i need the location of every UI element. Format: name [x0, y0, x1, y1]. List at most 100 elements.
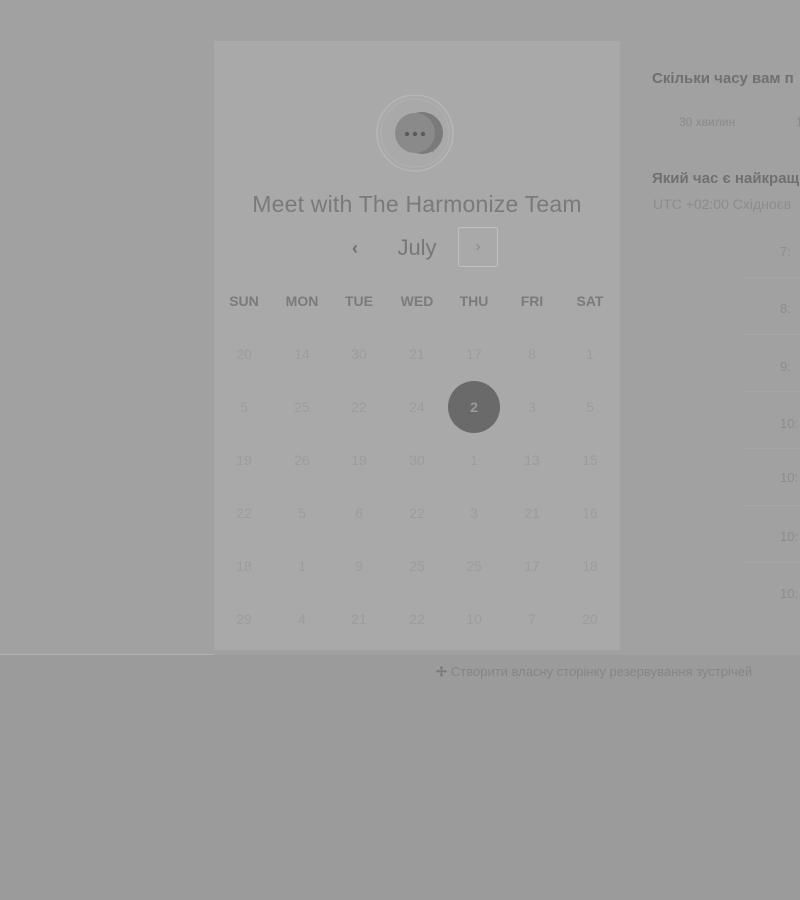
hubspot-sprocket-icon: ✢ — [436, 664, 447, 679]
calendar-day[interactable]: 25 — [273, 380, 331, 433]
calendar-day[interactable]: 24 — [388, 380, 446, 433]
day-label: 25 — [294, 398, 310, 415]
time-slot[interactable]: 10: — [780, 470, 800, 485]
calendar-day[interactable]: 1 — [273, 539, 331, 592]
calendar-day[interactable]: 15 — [561, 433, 619, 486]
divider — [744, 391, 800, 392]
day-label: 5 — [298, 504, 306, 521]
weekday-label: SAT — [576, 293, 604, 309]
calendar-day[interactable]: 10 — [445, 592, 503, 645]
day-label: 4 — [298, 610, 306, 627]
time-slot[interactable]: 10: — [780, 416, 800, 431]
page-title: Meet with The Harmonize Team — [252, 191, 582, 217]
weekday-label: THU — [459, 293, 489, 309]
divider — [744, 562, 800, 563]
calendar-day[interactable]: 20 — [561, 592, 619, 645]
weekday-label: WED — [400, 293, 434, 309]
day-label: 7 — [528, 610, 536, 627]
calendar-day[interactable]: 2 — [445, 380, 503, 433]
calendar-day[interactable]: 29 — [215, 592, 273, 645]
calendar-day[interactable]: 21 — [388, 327, 446, 380]
calendar-day[interactable]: 16 — [561, 486, 619, 539]
chevron-right-icon[interactable]: › — [458, 227, 498, 267]
calendar-day[interactable]: 18 — [215, 539, 273, 592]
calendar-day[interactable]: 18 — [561, 539, 619, 592]
calendar-day[interactable]: 22 — [215, 486, 273, 539]
time-slot[interactable]: 7: — [780, 244, 800, 259]
day-label: 5 — [586, 398, 594, 415]
day-label: 9 — [355, 557, 363, 574]
day-label: 17 — [466, 345, 482, 362]
calendar-day[interactable]: 14 — [273, 327, 331, 380]
calendar-day[interactable]: 17 — [503, 539, 561, 592]
day-label: 6 — [355, 504, 363, 521]
calendar-day[interactable]: 30 — [330, 327, 388, 380]
day-label: 24 — [409, 398, 425, 415]
calendar-day[interactable]: 19 — [330, 433, 388, 486]
day-label: 18 — [582, 557, 598, 574]
calendar-day[interactable]: 1 — [445, 433, 503, 486]
calendar-day[interactable]: 3 — [445, 486, 503, 539]
day-label: 21 — [409, 345, 425, 362]
calendar-grid: 20 14 30 21 17 8 1 5 25 22 24 2 3 5 19 26 19 30 1 13 15 22 5 6 2… — [214, 327, 620, 645]
divider — [744, 448, 800, 449]
calendar-day[interactable]: 4 — [273, 592, 331, 645]
weekday-label: SUN — [229, 293, 259, 309]
calendar-day[interactable]: 22 — [330, 380, 388, 433]
calendar-day[interactable]: 7 — [503, 592, 561, 645]
day-label: 1 — [298, 557, 306, 574]
calendar-day[interactable]: 5 — [215, 380, 273, 433]
month-navigation: ‹ July › — [214, 227, 620, 269]
calendar-day[interactable]: 22 — [388, 486, 446, 539]
time-slot[interactable]: 9: — [780, 359, 800, 374]
day-label: 15 — [582, 451, 598, 468]
day-label: 22 — [351, 398, 367, 415]
time-slot[interactable]: 8: — [780, 301, 800, 316]
calendar-day[interactable]: 30 — [388, 433, 446, 486]
calendar-day[interactable]: 1 — [561, 327, 619, 380]
calendar-day[interactable]: 17 — [445, 327, 503, 380]
weekday-label: MON — [285, 293, 319, 309]
duration-question: Скільки часу вам п — [652, 70, 794, 87]
divider — [744, 505, 800, 506]
timezone-select[interactable]: UTC +02:00 Східноєв — [653, 196, 791, 212]
calendar-day[interactable]: 21 — [503, 486, 561, 539]
time-slot[interactable]: 10: — [780, 586, 800, 601]
day-label: 20 — [236, 345, 252, 362]
day-label: 30 — [351, 345, 367, 362]
day-label: 19 — [351, 451, 367, 468]
calendar-day[interactable]: 22 — [388, 592, 446, 645]
calendar-day[interactable]: 5 — [273, 486, 331, 539]
day-label: 22 — [409, 610, 425, 627]
day-label: 10 — [466, 610, 482, 627]
create-booking-page-link[interactable]: ✢ Створити власну сторінку резервування з… — [436, 664, 752, 680]
calendar-day[interactable]: 25 — [388, 539, 446, 592]
selected-day-label: 2 — [448, 380, 500, 433]
day-label: 30 — [409, 451, 425, 468]
day-label: 17 — [524, 557, 540, 574]
booking-page: Meet with The Harmonize Team ‹ July › SU… — [0, 0, 800, 900]
duration-option[interactable]: 1 — [796, 115, 800, 129]
calendar-day[interactable]: 3 — [503, 380, 561, 433]
calendar-day[interactable]: 21 — [330, 592, 388, 645]
day-label: 5 — [240, 398, 248, 415]
calendar-day[interactable]: 9 — [330, 539, 388, 592]
calendar-day[interactable]: 6 — [330, 486, 388, 539]
divider — [744, 277, 800, 278]
calendar-day[interactable]: 13 — [503, 433, 561, 486]
duration-option[interactable]: 30 хвилин — [679, 115, 735, 129]
calendar-day[interactable]: 26 — [273, 433, 331, 486]
day-label: 21 — [524, 504, 540, 521]
calendar-day[interactable]: 25 — [445, 539, 503, 592]
divider — [744, 334, 800, 335]
chevron-left-icon[interactable]: ‹ — [342, 235, 368, 261]
day-label: 13 — [524, 451, 540, 468]
month-label: July — [397, 235, 437, 260]
calendar-day[interactable]: 20 — [215, 327, 273, 380]
calendar-day[interactable]: 8 — [503, 327, 561, 380]
time-slot[interactable]: 10: — [780, 529, 800, 544]
calendar-day[interactable]: 5 — [561, 380, 619, 433]
time-question: Який час є найкращ — [652, 170, 800, 187]
calendar-day[interactable]: 19 — [215, 433, 273, 486]
day-label: 18 — [236, 557, 252, 574]
